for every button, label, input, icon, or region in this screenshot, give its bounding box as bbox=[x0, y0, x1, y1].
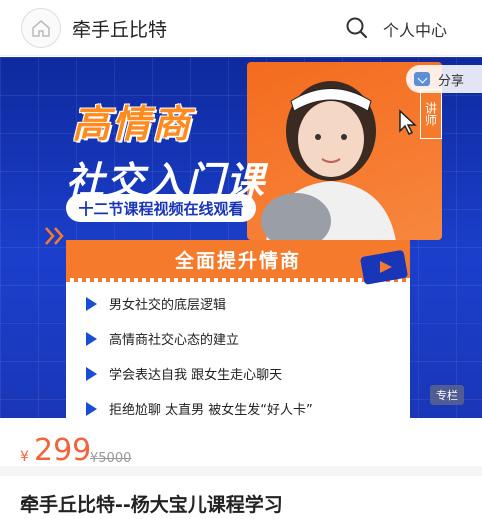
banner-subtitle: 十二节课程视频在线观看 bbox=[66, 194, 256, 222]
shop-logo[interactable] bbox=[21, 8, 61, 48]
shop-name[interactable]: 牵手丘比特 bbox=[72, 15, 167, 42]
feature-text: 男女社交的底层逻辑 bbox=[109, 298, 227, 313]
course-title: 牵手丘比特--杨大宝儿课程学习 bbox=[20, 494, 283, 516]
home-icon bbox=[32, 20, 50, 37]
share-label: 分享 bbox=[438, 73, 465, 89]
user-center-link[interactable]: 个人中心 bbox=[383, 17, 447, 41]
play-triangle-icon bbox=[86, 331, 97, 346]
feature-item: 拒绝尬聊 太直男 被女生发“好人卡” bbox=[86, 399, 313, 418]
current-price: 299 bbox=[34, 433, 92, 468]
features-card: 全面提升情商 男女社交的底层逻辑 高情商社交心态的建立 学会表达自我 跟女生走心… bbox=[66, 240, 410, 418]
feature-item: 男女社交的底层逻辑 bbox=[86, 294, 226, 313]
column-badge: 专栏 bbox=[430, 385, 464, 405]
double-chevron-icon bbox=[45, 227, 64, 245]
course-banner[interactable]: 高情商 社交入门课 十二节课程视频在线观看 全面提升情商 男女社交的底层逻辑 高… bbox=[0, 57, 482, 418]
banner-title-line1: 高情商 bbox=[72, 102, 193, 146]
section-divider bbox=[0, 466, 482, 476]
price-section: ¥ 299 ¥5000 bbox=[0, 419, 482, 487]
play-triangle-icon bbox=[86, 401, 97, 416]
feature-item: 学会表达自我 跟女生走心聊天 bbox=[86, 364, 282, 383]
share-button[interactable]: 分享 bbox=[406, 65, 482, 93]
lecturer-tag: 讲师 bbox=[420, 89, 442, 139]
feature-text: 学会表达自我 跟女生走心聊天 bbox=[109, 368, 283, 383]
feature-text: 拒绝尬聊 太直男 被女生发“好人卡” bbox=[109, 403, 313, 418]
play-triangle-icon bbox=[86, 296, 97, 311]
search-icon[interactable] bbox=[345, 16, 369, 40]
top-bar: 牵手丘比特 个人中心 bbox=[0, 0, 482, 56]
cursor-arrow-icon bbox=[399, 109, 417, 135]
video-play-icon bbox=[360, 250, 408, 285]
currency-symbol: ¥ bbox=[20, 449, 29, 465]
play-triangle-icon bbox=[86, 366, 97, 381]
original-price: ¥5000 bbox=[90, 451, 132, 466]
share-icon bbox=[414, 72, 430, 86]
features-card-title: 全面提升情商 bbox=[66, 240, 410, 282]
feature-text: 高情商社交心态的建立 bbox=[109, 333, 240, 348]
banner-title: 高情商 社交入门课 bbox=[66, 93, 266, 205]
instructor-photo bbox=[261, 81, 396, 241]
feature-item: 高情商社交心态的建立 bbox=[86, 329, 239, 348]
